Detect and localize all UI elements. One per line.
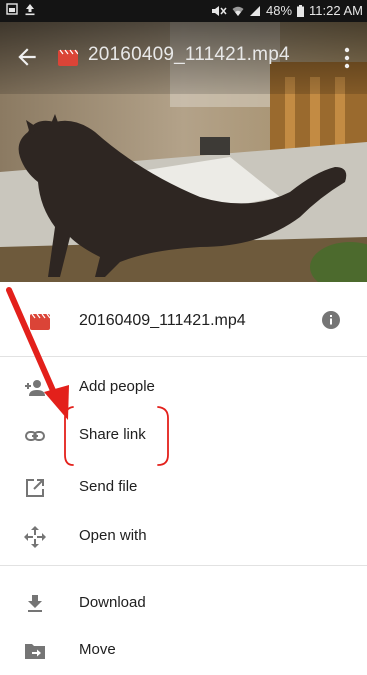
- divider: [0, 356, 367, 357]
- mute-icon: [211, 5, 227, 17]
- menu-item-label: Move: [79, 641, 116, 658]
- app-bar: 20160409_111421.mp4: [0, 22, 367, 94]
- menu-item-open-with[interactable]: Open with: [0, 513, 367, 561]
- battery-icon: [297, 4, 305, 17]
- video-file-icon: [58, 48, 79, 66]
- menu-item-move[interactable]: Move: [0, 627, 367, 675]
- status-bar: 48% 11:22 AM: [0, 0, 367, 22]
- actions-bottom-sheet: 20160409_111421.mp4 Add people Share lin…: [0, 282, 367, 659]
- upload-notification-icon: [24, 3, 36, 16]
- screenshot-notification-icon: [6, 3, 18, 16]
- info-icon[interactable]: [321, 310, 341, 335]
- wifi-icon: [232, 5, 244, 17]
- menu-item-label: Open with: [79, 527, 147, 544]
- divider: [0, 565, 367, 566]
- overflow-menu-button[interactable]: [335, 44, 359, 72]
- video-file-icon: [30, 312, 51, 335]
- menu-item-share-link[interactable]: Share link: [0, 412, 367, 460]
- send-file-icon: [23, 476, 47, 500]
- link-icon: [23, 424, 47, 448]
- menu-item-send-file[interactable]: Send file: [0, 464, 367, 512]
- sheet-file-name: 20160409_111421.mp4: [79, 312, 246, 329]
- app-title: 20160409_111421.mp4: [88, 44, 290, 65]
- battery-percent: 48%: [266, 3, 293, 18]
- back-button[interactable]: [14, 44, 40, 70]
- download-icon: [23, 592, 47, 616]
- menu-item-label: Send file: [79, 478, 138, 495]
- person-add-icon: [23, 376, 47, 400]
- menu-item-add-people[interactable]: Add people: [0, 364, 367, 412]
- open-with-icon: [23, 525, 47, 549]
- menu-item-label: Share link: [79, 426, 146, 443]
- move-folder-icon: [23, 639, 47, 663]
- sheet-header: 20160409_111421.mp4: [0, 282, 367, 356]
- signal-icon: [249, 5, 261, 17]
- arrow-back-icon: [14, 48, 40, 74]
- clock: 11:22 AM: [309, 3, 363, 18]
- more-vert-icon: [335, 47, 359, 76]
- menu-item-download[interactable]: Download: [0, 580, 367, 628]
- menu-item-label: Download: [79, 594, 146, 611]
- menu-item-label: Add people: [79, 378, 155, 395]
